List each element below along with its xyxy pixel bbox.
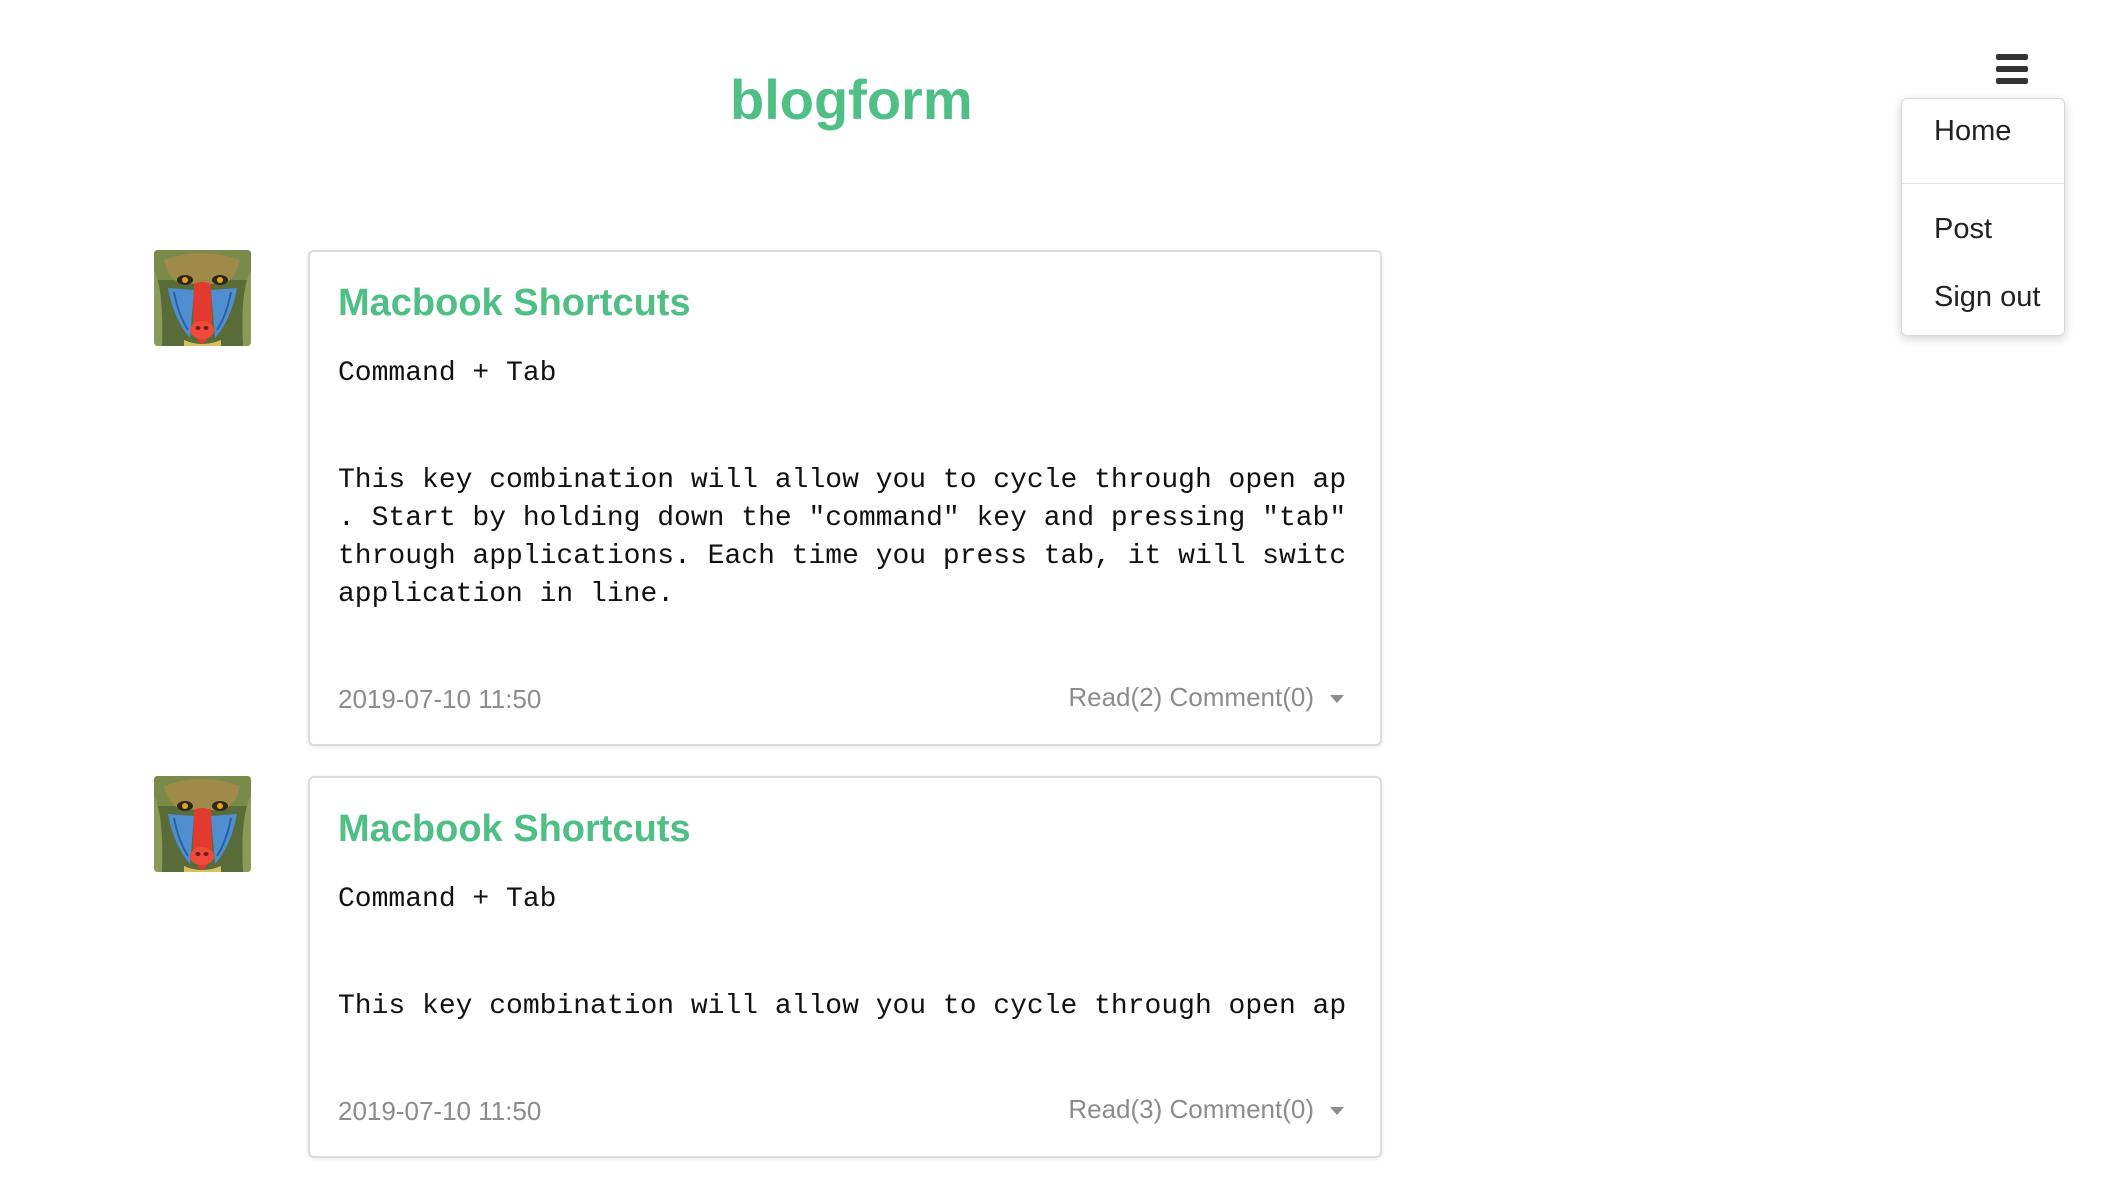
post-date: 2019-07-10 11:50: [338, 1096, 542, 1126]
menu-item-sign-out[interactable]: Sign out: [1902, 281, 2064, 314]
menu-bar: [1996, 66, 2028, 72]
mandrill-avatar-image: [154, 250, 251, 346]
menu-bar: [1996, 78, 2028, 84]
post-excerpt: This key combination will allow you to c…: [338, 991, 1347, 1022]
hamburger-menu-icon[interactable]: [1990, 50, 2034, 88]
site-title[interactable]: blogform: [730, 60, 973, 140]
post-subtitle: Command + Tab: [338, 884, 557, 915]
post-title[interactable]: Macbook Shortcuts: [338, 282, 691, 325]
menu-bar: [1996, 54, 2028, 60]
post-stats-label: Read(2) Comment(0): [1068, 682, 1314, 712]
mandrill-avatar-image: [154, 776, 251, 872]
post-title[interactable]: Macbook Shortcuts: [338, 808, 691, 851]
post-subtitle: Command + Tab: [338, 358, 557, 389]
post-stats-dropdown[interactable]: Read(2) Comment(0): [1068, 682, 1344, 713]
post-stats-dropdown[interactable]: Read(3) Comment(0): [1068, 1094, 1344, 1125]
post-card: Macbook Shortcuts Command + Tab This key…: [308, 776, 1382, 1158]
author-avatar[interactable]: [154, 776, 251, 872]
menu-item-home[interactable]: Home: [1902, 115, 2064, 148]
post-excerpt: This key combination will allow you to c…: [338, 465, 1347, 610]
post-stats-label: Read(3) Comment(0): [1068, 1094, 1314, 1124]
menu-divider: [1902, 183, 2064, 184]
post-card: Macbook Shortcuts Command + Tab This key…: [308, 250, 1382, 746]
post-date: 2019-07-10 11:50: [338, 684, 542, 714]
menu-item-post[interactable]: Post: [1902, 213, 2064, 246]
caret-down-icon: [1330, 695, 1344, 704]
author-avatar[interactable]: [154, 250, 251, 346]
nav-dropdown-menu: Home Post Sign out: [1901, 98, 2065, 336]
caret-down-icon: [1330, 1107, 1344, 1116]
